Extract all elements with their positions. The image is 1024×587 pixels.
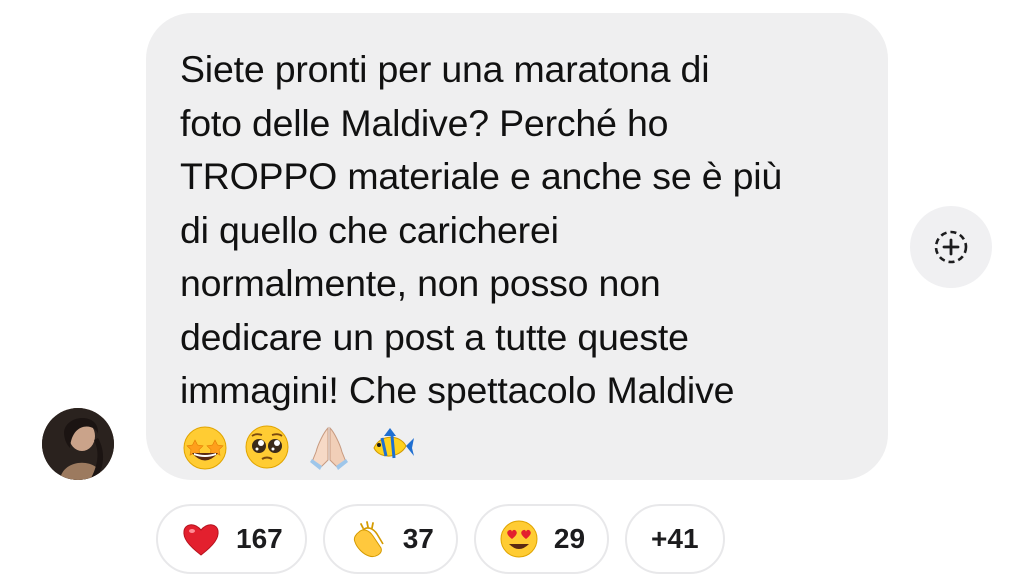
reaction-count: 29 (553, 523, 586, 554)
add-reaction-icon (934, 230, 968, 264)
reactions-bar: 167 37 29 +41 (156, 504, 725, 574)
reaction-count: 167 (236, 523, 283, 554)
clapping-hands-emoji (347, 518, 389, 560)
pleading-face-emoji (242, 422, 292, 472)
message-bubble[interactable]: Siete pronti per una maratona di foto de… (146, 13, 888, 480)
add-reaction-button[interactable] (910, 206, 992, 288)
message-emoji-row (180, 418, 854, 476)
message-thread: Siete pronti per una maratona di foto de… (0, 0, 1024, 587)
heart-eyes-emoji (498, 518, 540, 560)
more-reactions-button[interactable]: +41 (625, 504, 725, 574)
reaction-heart[interactable]: 167 (156, 504, 307, 574)
message-text: Siete pronti per una maratona di foto de… (180, 48, 783, 411)
reaction-count: 37 (402, 523, 434, 554)
more-reactions-label: +41 (651, 523, 699, 554)
star-struck-emoji (180, 422, 230, 472)
red-heart-emoji (180, 518, 222, 560)
folded-hands-emoji (304, 422, 354, 472)
reaction-clap[interactable]: 37 (322, 504, 458, 574)
tropical-fish-emoji (366, 422, 416, 472)
reaction-heart-eyes[interactable]: 29 (473, 504, 610, 574)
avatar[interactable] (42, 408, 114, 480)
